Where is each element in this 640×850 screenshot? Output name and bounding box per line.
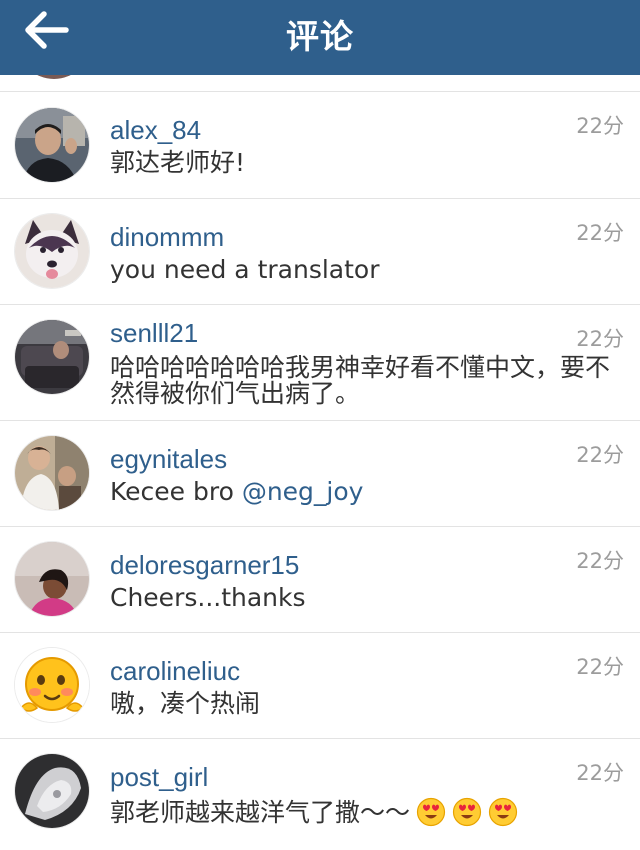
avatar-child-photo	[15, 436, 89, 510]
comment-timestamp: 22分	[576, 327, 624, 351]
avatar[interactable]	[15, 320, 89, 394]
comment-username[interactable]: senlll21	[110, 318, 198, 348]
avatar-car-interior-photo	[15, 320, 89, 394]
avatar[interactable]	[15, 214, 89, 288]
comment-timestamp: 22分	[576, 655, 624, 679]
avatar-man-photo	[15, 108, 89, 182]
mention-link[interactable]: @neg_joy	[242, 477, 364, 506]
comment-text: 哈哈哈哈哈哈哈我男神幸好看不懂中文，要不然得被你们气出病了。	[110, 353, 611, 408]
comments-list[interactable]: alex_84 郭达老师好! 22分 dinommm you need a tr…	[0, 75, 640, 850]
comment-username[interactable]: alex_84	[110, 115, 201, 145]
heart-eyes-emoji	[488, 797, 518, 827]
comment-text: Kecee bro @neg_joy	[110, 479, 620, 505]
partial-avatar	[17, 75, 91, 79]
comment-text-prefix: Kecee bro	[110, 477, 242, 506]
comment-username[interactable]: egynitales	[110, 444, 227, 474]
comment-text-body: 郭老师越来越洋气了撒～～	[110, 798, 411, 827]
comment-text: you need a translator	[110, 255, 380, 284]
comment-row: deloresgarner15 Cheers...thanks 22分	[0, 527, 640, 633]
comment-text: 郭达老师好!	[110, 148, 246, 177]
comment-timestamp: 22分	[576, 443, 624, 467]
avatar[interactable]	[15, 754, 89, 828]
comment-row: senlll21 哈哈哈哈哈哈哈我男神幸好看不懂中文，要不然得被你们气出病了。 …	[0, 305, 640, 421]
avatar-cartoon-face	[15, 648, 89, 722]
navigation-bar: 评论	[0, 0, 640, 75]
comment-username[interactable]: carolineliuc	[110, 656, 240, 686]
avatar-flower-photo	[15, 754, 89, 828]
page-title: 评论	[286, 17, 354, 56]
avatar[interactable]	[15, 436, 89, 510]
comment-row: post_girl 郭老师越来越洋气了撒～～ 22分	[0, 739, 640, 850]
avatar-woman-photo	[15, 542, 89, 616]
comment-text: 郭老师越来越洋气了撒～～	[110, 797, 620, 827]
comment-timestamp: 22分	[576, 221, 624, 245]
comment-timestamp: 22分	[576, 549, 624, 573]
avatar[interactable]	[15, 648, 89, 722]
comment-row: carolineliuc 嗷，凑个热闹 22分	[0, 633, 640, 739]
comment-row: egynitales Kecee bro @neg_joy 22分	[0, 421, 640, 527]
comment-timestamp: 22分	[576, 114, 624, 138]
heart-eyes-emoji	[452, 797, 482, 827]
comment-username[interactable]: deloresgarner15	[110, 550, 299, 580]
comment-row: alex_84 郭达老师好! 22分	[0, 92, 640, 199]
comment-text: Cheers...thanks	[110, 583, 306, 612]
avatar-husky-photo	[15, 214, 89, 288]
comment-text: 嗷，凑个热闹	[110, 689, 261, 718]
comment-timestamp: 22分	[576, 761, 624, 785]
heart-eyes-emoji	[416, 797, 446, 827]
comment-username[interactable]: post_girl	[110, 762, 208, 792]
comment-username[interactable]: dinommm	[110, 222, 224, 252]
avatar[interactable]	[15, 108, 89, 182]
comment-row: dinommm you need a translator 22分	[0, 199, 640, 305]
avatar[interactable]	[15, 542, 89, 616]
